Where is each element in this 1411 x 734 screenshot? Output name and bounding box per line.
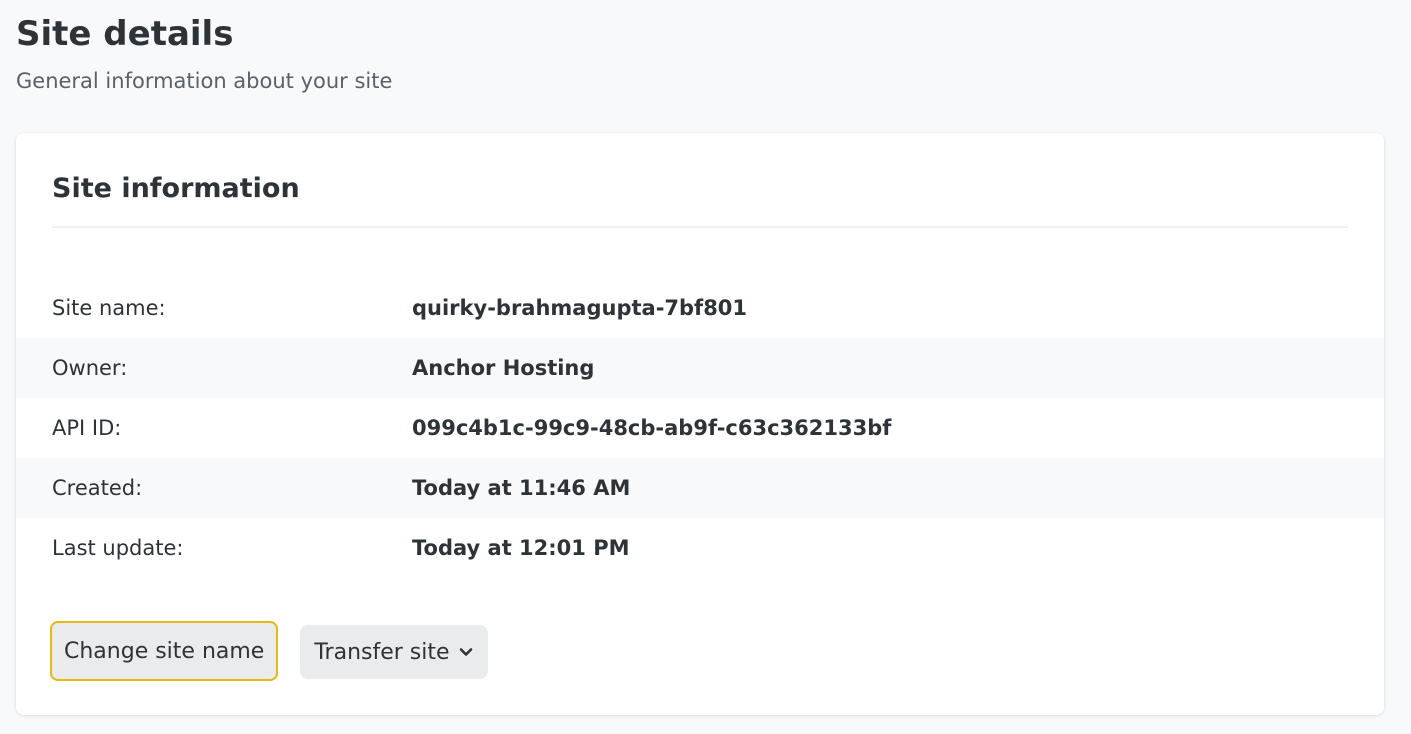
last-update-value: Today at 12:01 PM [412,536,630,560]
page-subtitle: General information about your site [16,69,393,93]
created-label: Created: [52,476,143,500]
site-name-label: Site name: [52,296,166,320]
owner-value: Anchor Hosting [412,356,595,380]
site-information-card: Site information Site name: quirky-brahm… [16,133,1384,715]
card-title: Site information [52,173,300,204]
owner-label: Owner: [52,356,128,380]
site-name-value: quirky-brahmagupta-7bf801 [412,296,748,320]
page-title: Site details [16,14,234,54]
site-details-page: Site details General information about y… [0,0,1411,734]
site-info-list: Site name: quirky-brahmagupta-7bf801 Own… [16,278,1384,578]
card-divider [52,226,1348,228]
site-actions: Change site name Transfer site [50,621,488,681]
api-id-label: API ID: [52,416,122,440]
transfer-site-label: Transfer site [314,639,450,665]
change-site-name-button[interactable]: Change site name [50,621,279,681]
change-site-name-label: Change site name [64,638,265,664]
chevron-down-icon [459,648,472,656]
transfer-site-button[interactable]: Transfer site [300,625,488,679]
info-row-api-id: API ID: 099c4b1c-99c9-48cb-ab9f-c63c3621… [16,398,1384,458]
created-value: Today at 11:46 AM [412,476,631,500]
last-update-label: Last update: [52,536,184,560]
info-row-last-update: Last update: Today at 12:01 PM [16,518,1384,578]
api-id-value: 099c4b1c-99c9-48cb-ab9f-c63c362133bf [412,416,892,440]
info-row-created: Created: Today at 11:46 AM [16,458,1384,518]
info-row-site-name: Site name: quirky-brahmagupta-7bf801 [16,278,1384,338]
info-row-owner: Owner: Anchor Hosting [16,338,1384,398]
